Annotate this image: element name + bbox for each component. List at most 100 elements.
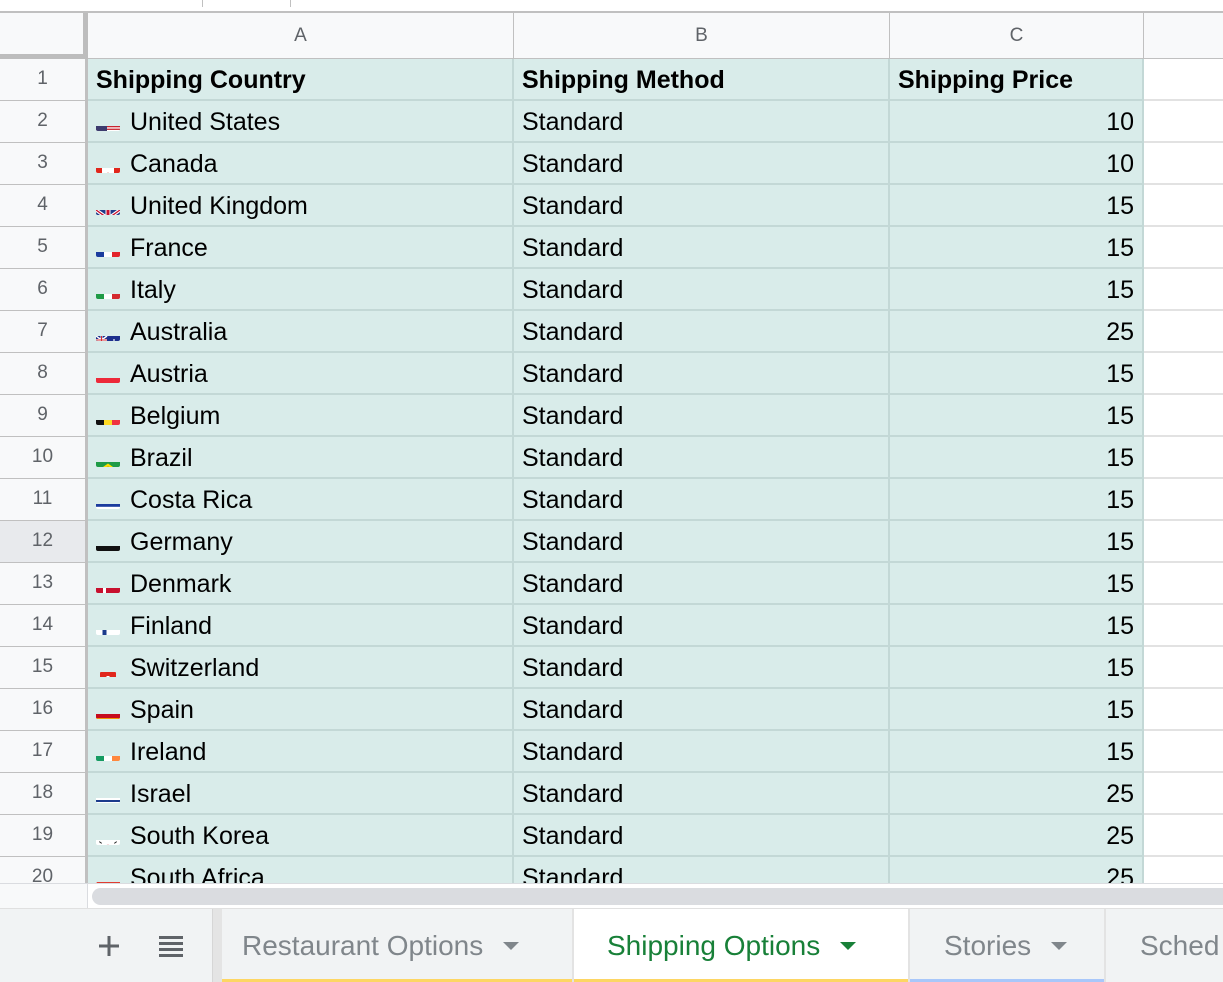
cell-method[interactable]: Standard [514, 437, 890, 479]
row-number[interactable]: 6 [0, 269, 88, 311]
empty-cell[interactable] [1144, 521, 1223, 563]
cell-method[interactable]: Standard [514, 857, 890, 883]
empty-cell[interactable] [1144, 185, 1223, 227]
empty-cell[interactable] [1144, 227, 1223, 269]
cell-method[interactable]: Standard [514, 647, 890, 689]
cell-country[interactable]: Finland [88, 605, 514, 647]
spreadsheet-grid[interactable]: A B C 1 Shipping Country Shipping Method… [0, 11, 1223, 883]
empty-cell[interactable] [1144, 857, 1223, 883]
select-all-corner[interactable] [0, 13, 88, 59]
empty-cell[interactable] [1144, 59, 1223, 101]
row-number[interactable]: 10 [0, 437, 88, 479]
cell-method[interactable]: Standard [514, 353, 890, 395]
empty-cell[interactable] [1144, 353, 1223, 395]
row-number[interactable]: 20 [0, 857, 88, 883]
cell-price[interactable]: 25 [890, 773, 1144, 815]
row-number[interactable]: 4 [0, 185, 88, 227]
empty-cell[interactable] [1144, 731, 1223, 773]
cell-country[interactable]: Spain [88, 689, 514, 731]
row-number[interactable]: 14 [0, 605, 88, 647]
cell-price[interactable]: 25 [890, 311, 1144, 353]
cell-method[interactable]: Standard [514, 185, 890, 227]
cell-method[interactable]: Standard [514, 815, 890, 857]
header-cell-shipping-method[interactable]: Shipping Method [514, 59, 890, 101]
header-cell-shipping-country[interactable]: Shipping Country [88, 59, 514, 101]
cell-price[interactable]: 10 [890, 101, 1144, 143]
cell-price[interactable]: 15 [890, 479, 1144, 521]
row-number[interactable]: 9 [0, 395, 88, 437]
cell-method[interactable]: Standard [514, 101, 890, 143]
cell-price[interactable]: 10 [890, 143, 1144, 185]
cell-price[interactable]: 25 [890, 857, 1144, 883]
cell-price[interactable]: 15 [890, 689, 1144, 731]
row-number[interactable]: 2 [0, 101, 88, 143]
cell-method[interactable]: Standard [514, 563, 890, 605]
empty-cell[interactable] [1144, 773, 1223, 815]
cell-country[interactable]: Italy [88, 269, 514, 311]
all-sheets-button[interactable] [156, 931, 186, 961]
cell-country[interactable]: Israel [88, 773, 514, 815]
row-number[interactable]: 19 [0, 815, 88, 857]
cell-price[interactable]: 15 [890, 647, 1144, 689]
caret-down-icon[interactable] [1051, 942, 1068, 950]
tab-stories[interactable]: Stories [910, 909, 1106, 982]
cell-price[interactable]: 15 [890, 227, 1144, 269]
cell-country[interactable]: Ireland [88, 731, 514, 773]
cell-price[interactable]: 15 [890, 521, 1144, 563]
column-header-d[interactable] [1144, 13, 1223, 59]
cell-method[interactable]: Standard [514, 605, 890, 647]
column-header-b[interactable]: B [514, 13, 890, 59]
cell-price[interactable]: 15 [890, 395, 1144, 437]
empty-cell[interactable] [1144, 437, 1223, 479]
column-header-c[interactable]: C [890, 13, 1144, 59]
cell-country[interactable]: South Africa [88, 857, 514, 883]
row-number[interactable]: 17 [0, 731, 88, 773]
row-number[interactable]: 13 [0, 563, 88, 605]
empty-cell[interactable] [1144, 563, 1223, 605]
row-number[interactable]: 3 [0, 143, 88, 185]
cell-method[interactable]: Standard [514, 395, 890, 437]
empty-cell[interactable] [1144, 269, 1223, 311]
empty-cell[interactable] [1144, 395, 1223, 437]
cell-country[interactable]: United States [88, 101, 514, 143]
cell-country[interactable]: Switzerland [88, 647, 514, 689]
cell-country[interactable]: Austria [88, 353, 514, 395]
tab-shipping-options[interactable]: Shipping Options [574, 909, 910, 982]
empty-cell[interactable] [1144, 311, 1223, 353]
cell-method[interactable]: Standard [514, 143, 890, 185]
cell-country[interactable]: Germany [88, 521, 514, 563]
empty-cell[interactable] [1144, 605, 1223, 647]
header-cell-shipping-price[interactable]: Shipping Price [890, 59, 1144, 101]
cell-price[interactable]: 15 [890, 731, 1144, 773]
cell-price[interactable]: 15 [890, 353, 1144, 395]
add-sheet-button[interactable] [94, 931, 124, 961]
cell-method[interactable]: Standard [514, 269, 890, 311]
caret-down-icon[interactable] [503, 942, 520, 950]
tab-sched[interactable]: Sched [1106, 909, 1223, 982]
cell-method[interactable]: Standard [514, 311, 890, 353]
cell-country[interactable]: France [88, 227, 514, 269]
cell-country[interactable]: Denmark [88, 563, 514, 605]
cell-method[interactable]: Standard [514, 689, 890, 731]
row-number[interactable]: 15 [0, 647, 88, 689]
cell-method[interactable]: Standard [514, 521, 890, 563]
cell-price[interactable]: 15 [890, 605, 1144, 647]
row-number[interactable]: 12 [0, 521, 88, 563]
horizontal-scrollbar-thumb[interactable] [92, 888, 1223, 905]
cell-price[interactable]: 25 [890, 815, 1144, 857]
tab-restaurant-options[interactable]: Restaurant Options [222, 909, 574, 982]
row-number[interactable]: 7 [0, 311, 88, 353]
empty-cell[interactable] [1144, 647, 1223, 689]
cell-price[interactable]: 15 [890, 563, 1144, 605]
cell-price[interactable]: 15 [890, 437, 1144, 479]
caret-down-icon[interactable] [840, 942, 857, 950]
row-number[interactable]: 8 [0, 353, 88, 395]
cell-method[interactable]: Standard [514, 731, 890, 773]
cell-country[interactable]: Brazil [88, 437, 514, 479]
empty-cell[interactable] [1144, 143, 1223, 185]
row-number[interactable]: 16 [0, 689, 88, 731]
cell-method[interactable]: Standard [514, 479, 890, 521]
column-header-a[interactable]: A [88, 13, 514, 59]
cell-price[interactable]: 15 [890, 185, 1144, 227]
cell-country[interactable]: Costa Rica [88, 479, 514, 521]
